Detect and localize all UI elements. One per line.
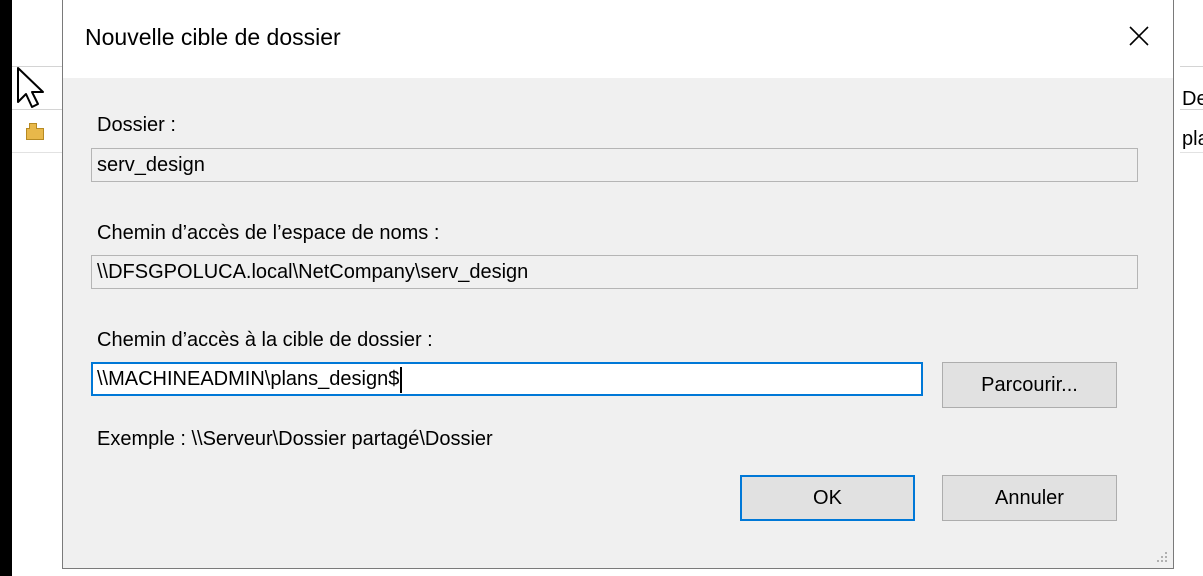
example-text: Exemple : \\Serveur\Dossier partagé\Doss… [97,428,493,450]
new-folder-target-dialog: Nouvelle cible de dossier Dossier : serv… [62,0,1174,569]
background-row-text: pla [1182,128,1203,150]
background-header-text: De [1182,88,1203,110]
target-path-value: \\MACHINEADMIN\plans_design$ [97,368,400,390]
folder-field: serv_design [91,148,1138,182]
cancel-button[interactable]: Annuler [942,475,1117,521]
mouse-cursor-icon [17,67,44,108]
close-button[interactable] [1105,0,1173,72]
namespace-path-field: \\DFSGPOLUCA.local\NetCompany\serv_desig… [91,255,1138,289]
target-path-label: Chemin d’accès à la cible de dossier : [97,329,433,351]
browse-button[interactable]: Parcourir... [942,362,1117,408]
ok-button[interactable]: OK [740,475,915,521]
dialog-titlebar: Nouvelle cible de dossier [63,0,1173,78]
target-path-input[interactable]: \\MACHINEADMIN\plans_design$ [91,362,923,396]
resize-grip-icon[interactable] [1155,550,1169,564]
namespace-path-label: Chemin d’accès de l’espace de noms : [97,222,440,244]
dialog-title: Nouvelle cible de dossier [85,24,341,50]
close-icon [1129,26,1149,46]
folder-label: Dossier : [97,114,176,136]
folder-icon [26,123,44,140]
text-caret [400,366,403,393]
